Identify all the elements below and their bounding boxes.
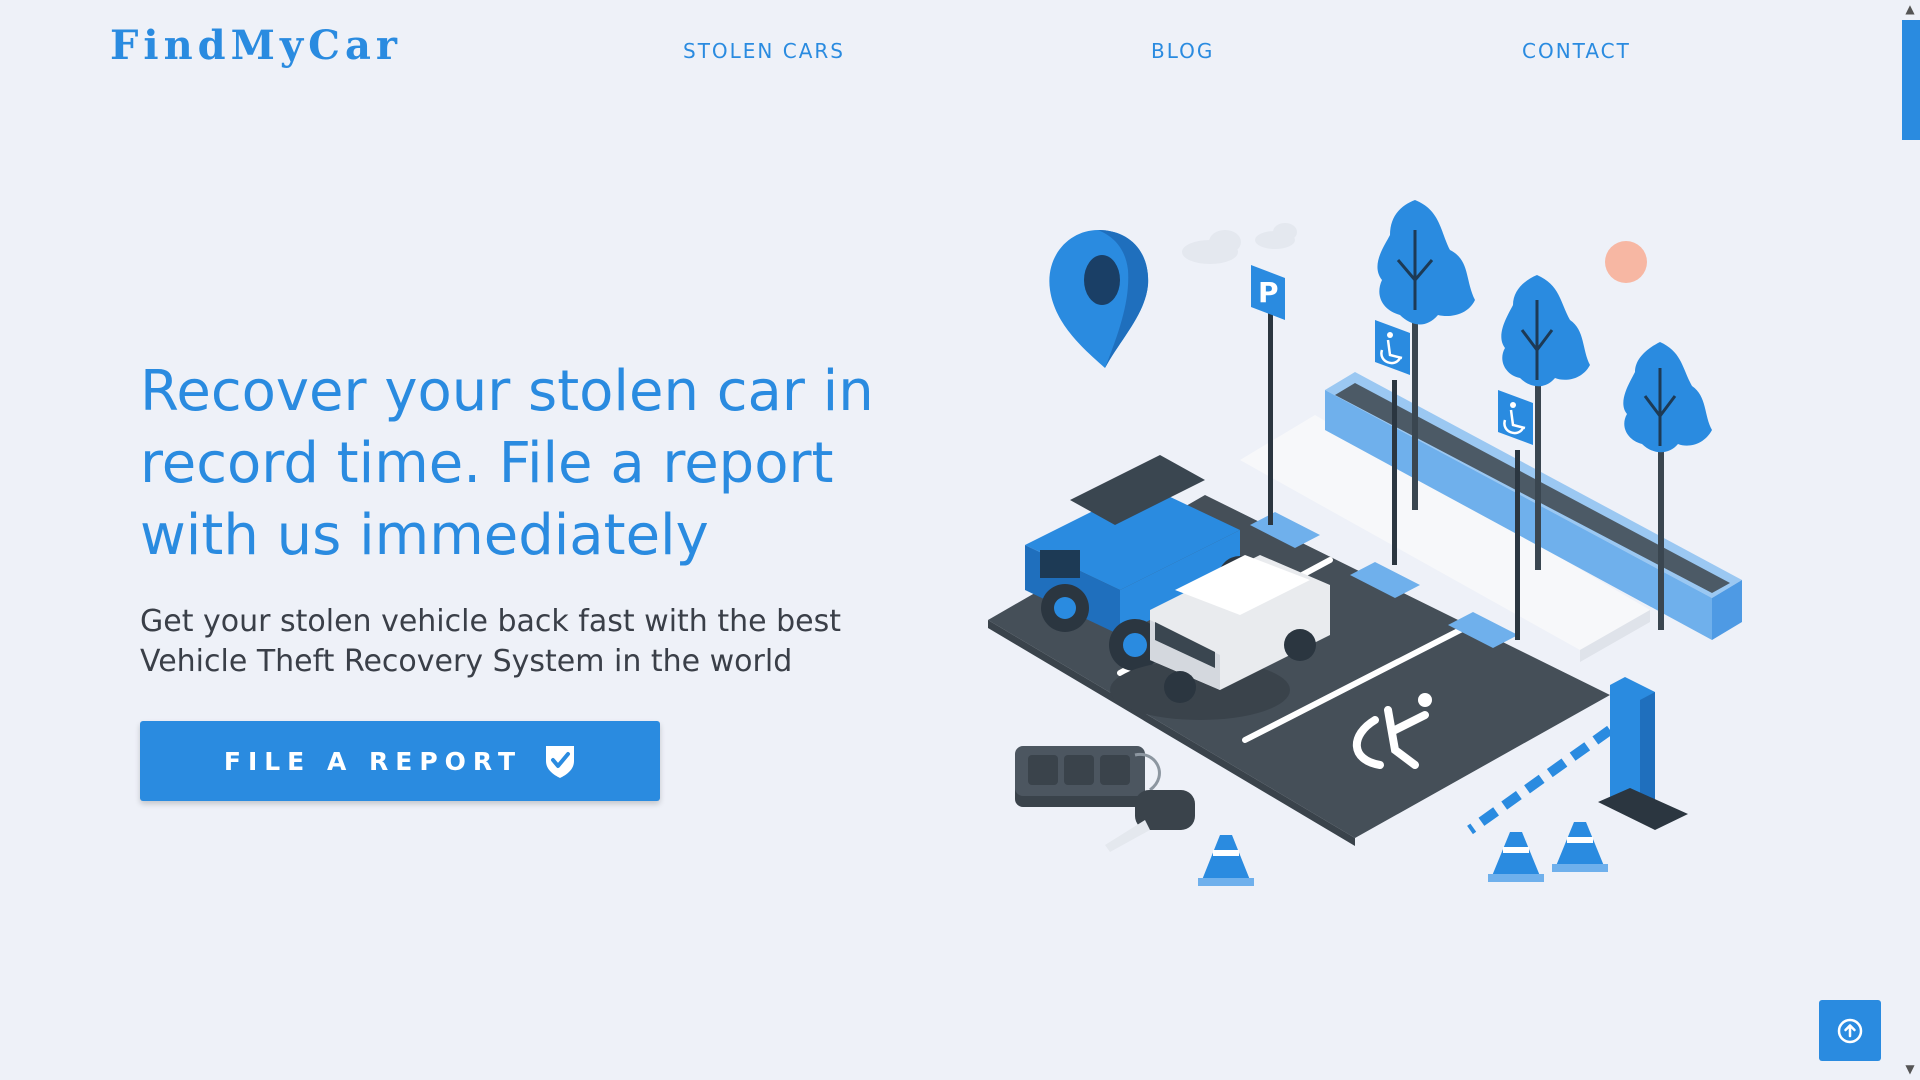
cloud-icon — [1182, 223, 1297, 264]
file-report-label: FILE A REPORT — [223, 746, 523, 776]
vertical-scrollbar[interactable]: ▲ ▼ — [1900, 0, 1920, 1080]
nav-blog[interactable]: BLOG — [1151, 39, 1214, 63]
hero-subtitle: Get your stolen vehicle back fast with t… — [140, 604, 842, 679]
location-pin-icon — [1049, 230, 1149, 368]
scrollbar-thumb[interactable] — [1902, 20, 1920, 140]
shield-check-icon — [544, 743, 576, 779]
file-report-button[interactable]: FILE A REPORT — [140, 721, 660, 801]
arrow-up-circle-icon — [1837, 1018, 1863, 1043]
traffic-cone-icon — [1488, 832, 1544, 882]
page: FindMyCar STOLEN CARS BLOG CONTACT Recov… — [0, 0, 1920, 1080]
brand-logo[interactable]: FindMyCar — [110, 22, 402, 69]
parking-lot-illustration: P — [970, 190, 1760, 910]
traffic-cone-icon — [1198, 835, 1254, 886]
car-key-icon — [1015, 746, 1195, 852]
nav-stolen-cars[interactable]: STOLEN CARS — [683, 39, 845, 63]
parking-sign: P — [1251, 265, 1285, 525]
scroll-down-arrow-icon[interactable]: ▼ — [1903, 1062, 1917, 1076]
scroll-up-arrow-icon[interactable]: ▲ — [1903, 2, 1917, 16]
back-to-top-button[interactable] — [1819, 1000, 1881, 1061]
traffic-cone-icon — [1552, 822, 1608, 872]
hero-title: Recover your stolen car in record time. … — [140, 359, 874, 568]
nav-contact[interactable]: CONTACT — [1522, 39, 1631, 63]
sun-icon — [1605, 241, 1647, 283]
svg-text:P: P — [1258, 276, 1279, 309]
